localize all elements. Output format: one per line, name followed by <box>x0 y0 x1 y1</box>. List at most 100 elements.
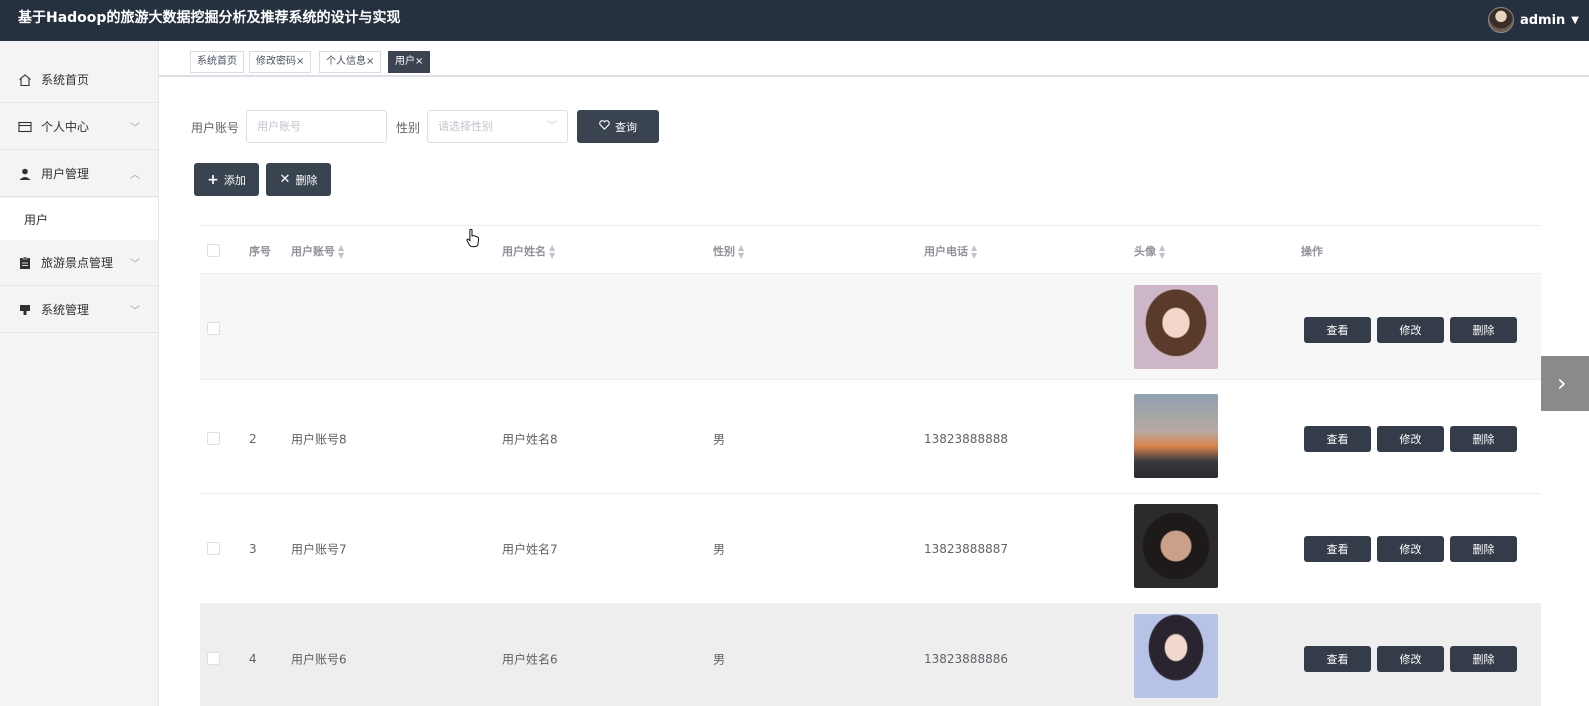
close-icon[interactable]: × <box>366 56 374 67</box>
user-table: 序号 用户账号 ▲ ▼ 用户姓名 ▲ ▼ 性别 ▲ ▼ 用户电话 ▲ ▼ 头像 ▲ ▼ 操作 查看 … <box>200 225 1541 706</box>
tab-label: 系统首页 <box>197 56 237 67</box>
caret-down-icon[interactable]: ▼ <box>1571 15 1579 26</box>
row-checkbox[interactable] <box>207 542 220 555</box>
tab-home[interactable]: 系统首页 <box>190 51 244 73</box>
tab-label: 修改密码 <box>256 56 296 67</box>
avatar-image <box>1134 394 1218 478</box>
user-avatar[interactable] <box>1487 7 1514 33</box>
close-icon[interactable]: × <box>296 56 304 67</box>
cell-account: 用户账号6 <box>291 652 347 666</box>
row-delete-button[interactable]: 删除 <box>1450 646 1517 672</box>
chevron-down-icon: ﹀ <box>130 306 140 317</box>
view-button[interactable]: 查看 <box>1304 426 1371 452</box>
sidebar-item-label: 个人中心 <box>41 120 90 134</box>
row-delete-button[interactable]: 删除 <box>1450 536 1517 562</box>
column-header-phone[interactable]: 用户电话 ▲ ▼ <box>924 243 977 260</box>
column-header-name[interactable]: 用户姓名 ▲ ▼ <box>502 243 555 260</box>
row-checkbox[interactable] <box>207 652 220 665</box>
row-delete-button[interactable]: 删除 <box>1450 426 1517 452</box>
sidebar-subitem-label: 用户 <box>24 212 49 227</box>
sidebar-item-user-management[interactable]: 用户管理 ︿ <box>0 151 158 197</box>
column-header-avatar[interactable]: 头像 ▲ ▼ <box>1134 243 1165 260</box>
sort-icon[interactable]: ▲ ▼ <box>971 244 977 260</box>
chevron-down-icon: ﹀ <box>130 123 140 134</box>
column-header-gender[interactable]: 性别 ▲ ▼ <box>713 243 744 260</box>
edit-button-label: 修改 <box>1399 543 1422 556</box>
add-button-label: 添加 <box>223 173 246 187</box>
view-button-label: 查看 <box>1326 433 1349 446</box>
sort-icon[interactable]: ▲ ▼ <box>738 244 744 260</box>
sort-icon[interactable]: ▲ ▼ <box>1159 244 1165 260</box>
close-icon: ✕ <box>279 172 291 187</box>
sidebar-item-scenic-spot-management[interactable]: 旅游景点管理 ﹀ <box>0 240 158 286</box>
sidebar-subitem-user[interactable]: 用户 <box>0 198 158 240</box>
table-row[interactable]: 4 用户账号6 用户姓名6 男 13823888886 查看 修改 删除 <box>200 604 1541 706</box>
table-row[interactable]: 2 用户账号8 用户姓名8 男 13823888888 查看 修改 删除 <box>200 384 1541 494</box>
card-icon <box>18 120 32 134</box>
chevron-down-icon: ﹀ <box>547 121 557 132</box>
cell-account: 用户账号7 <box>291 542 347 556</box>
select-all-checkbox[interactable] <box>207 244 220 257</box>
sidebar-item-system-management[interactable]: 系统管理 ﹀ <box>0 287 158 333</box>
delete-button[interactable]: ✕ 删除 <box>266 163 331 196</box>
row-delete-button-label: 删除 <box>1472 324 1495 337</box>
username[interactable]: admin <box>1520 13 1565 28</box>
sort-icon[interactable]: ▲ ▼ <box>549 244 555 260</box>
row-delete-button[interactable]: 删除 <box>1450 317 1517 343</box>
view-button[interactable]: 查看 <box>1304 536 1371 562</box>
cell-gender: 男 <box>713 432 726 446</box>
sidebar-item-personal-center[interactable]: 个人中心 ﹀ <box>0 104 158 150</box>
edit-button[interactable]: 修改 <box>1377 317 1444 343</box>
edit-button-label: 修改 <box>1399 653 1422 666</box>
heart-icon <box>599 120 610 133</box>
close-icon[interactable]: × <box>415 56 423 67</box>
sidebar-item-label: 系统管理 <box>41 303 90 317</box>
tab-user[interactable]: 用户× <box>388 51 431 73</box>
plus-icon: + <box>207 171 219 188</box>
column-header-label: 用户账号 <box>291 245 335 258</box>
chevron-up-icon: ︿ <box>130 170 140 181</box>
gender-select[interactable]: 请选择性别 ﹀ <box>427 110 568 143</box>
edit-button[interactable]: 修改 <box>1377 426 1444 452</box>
app-title: 基于Hadoop的旅游大数据挖掘分析及推荐系统的设计与实现 <box>18 10 401 26</box>
cell-index: 3 <box>249 541 257 556</box>
view-button[interactable]: 查看 <box>1304 317 1371 343</box>
edit-button[interactable]: 修改 <box>1377 646 1444 672</box>
account-search-input[interactable]: 用户账号 <box>246 110 387 143</box>
query-button[interactable]: 查询 <box>577 110 659 143</box>
tab-label: 用户 <box>395 56 415 67</box>
view-button-label: 查看 <box>1326 543 1349 556</box>
column-header-actions: 操作 <box>1301 245 1323 258</box>
add-button[interactable]: + 添加 <box>194 163 259 196</box>
row-checkbox[interactable] <box>207 322 220 335</box>
chevron-down-icon: ﹀ <box>130 259 140 270</box>
tab-personal-info[interactable]: 个人信息× <box>319 51 382 73</box>
sidebar-item-home[interactable]: 系统首页 <box>0 57 158 103</box>
tags-view-bar: 系统首页 修改密码× 个人信息× 用户× <box>159 41 1589 77</box>
sort-icon[interactable]: ▲ ▼ <box>338 244 344 260</box>
sidebar-item-label: 旅游景点管理 <box>41 256 114 270</box>
account-search-placeholder: 用户账号 <box>257 120 301 133</box>
table-row[interactable]: 查看 修改 删除 <box>200 274 1541 380</box>
tab-change-password[interactable]: 修改密码× <box>249 51 312 73</box>
user-icon <box>18 167 32 181</box>
column-header-label: 用户电话 <box>924 245 968 258</box>
cell-gender: 男 <box>713 652 726 666</box>
column-header-label: 头像 <box>1134 245 1156 258</box>
sidebar-item-label: 系统首页 <box>41 73 90 87</box>
cell-index: 2 <box>249 431 257 446</box>
edit-button-label: 修改 <box>1399 433 1422 446</box>
query-button-label: 查询 <box>615 120 637 134</box>
user-menu[interactable]: admin ▼ <box>1487 4 1579 36</box>
gender-search-label: 性别 <box>396 121 421 135</box>
table-row[interactable]: 3 用户账号7 用户姓名7 男 13823888887 查看 修改 删除 <box>200 494 1541 604</box>
edit-button[interactable]: 修改 <box>1377 536 1444 562</box>
row-checkbox[interactable] <box>207 432 220 445</box>
hand-cursor-icon <box>466 228 480 248</box>
tab-label: 个人信息 <box>326 56 366 67</box>
settings-icon <box>18 303 32 317</box>
view-button[interactable]: 查看 <box>1304 646 1371 672</box>
right-drawer-handle[interactable]: › <box>1541 356 1589 411</box>
column-header-account[interactable]: 用户账号 ▲ ▼ <box>291 243 344 260</box>
edit-button-label: 修改 <box>1399 324 1422 337</box>
